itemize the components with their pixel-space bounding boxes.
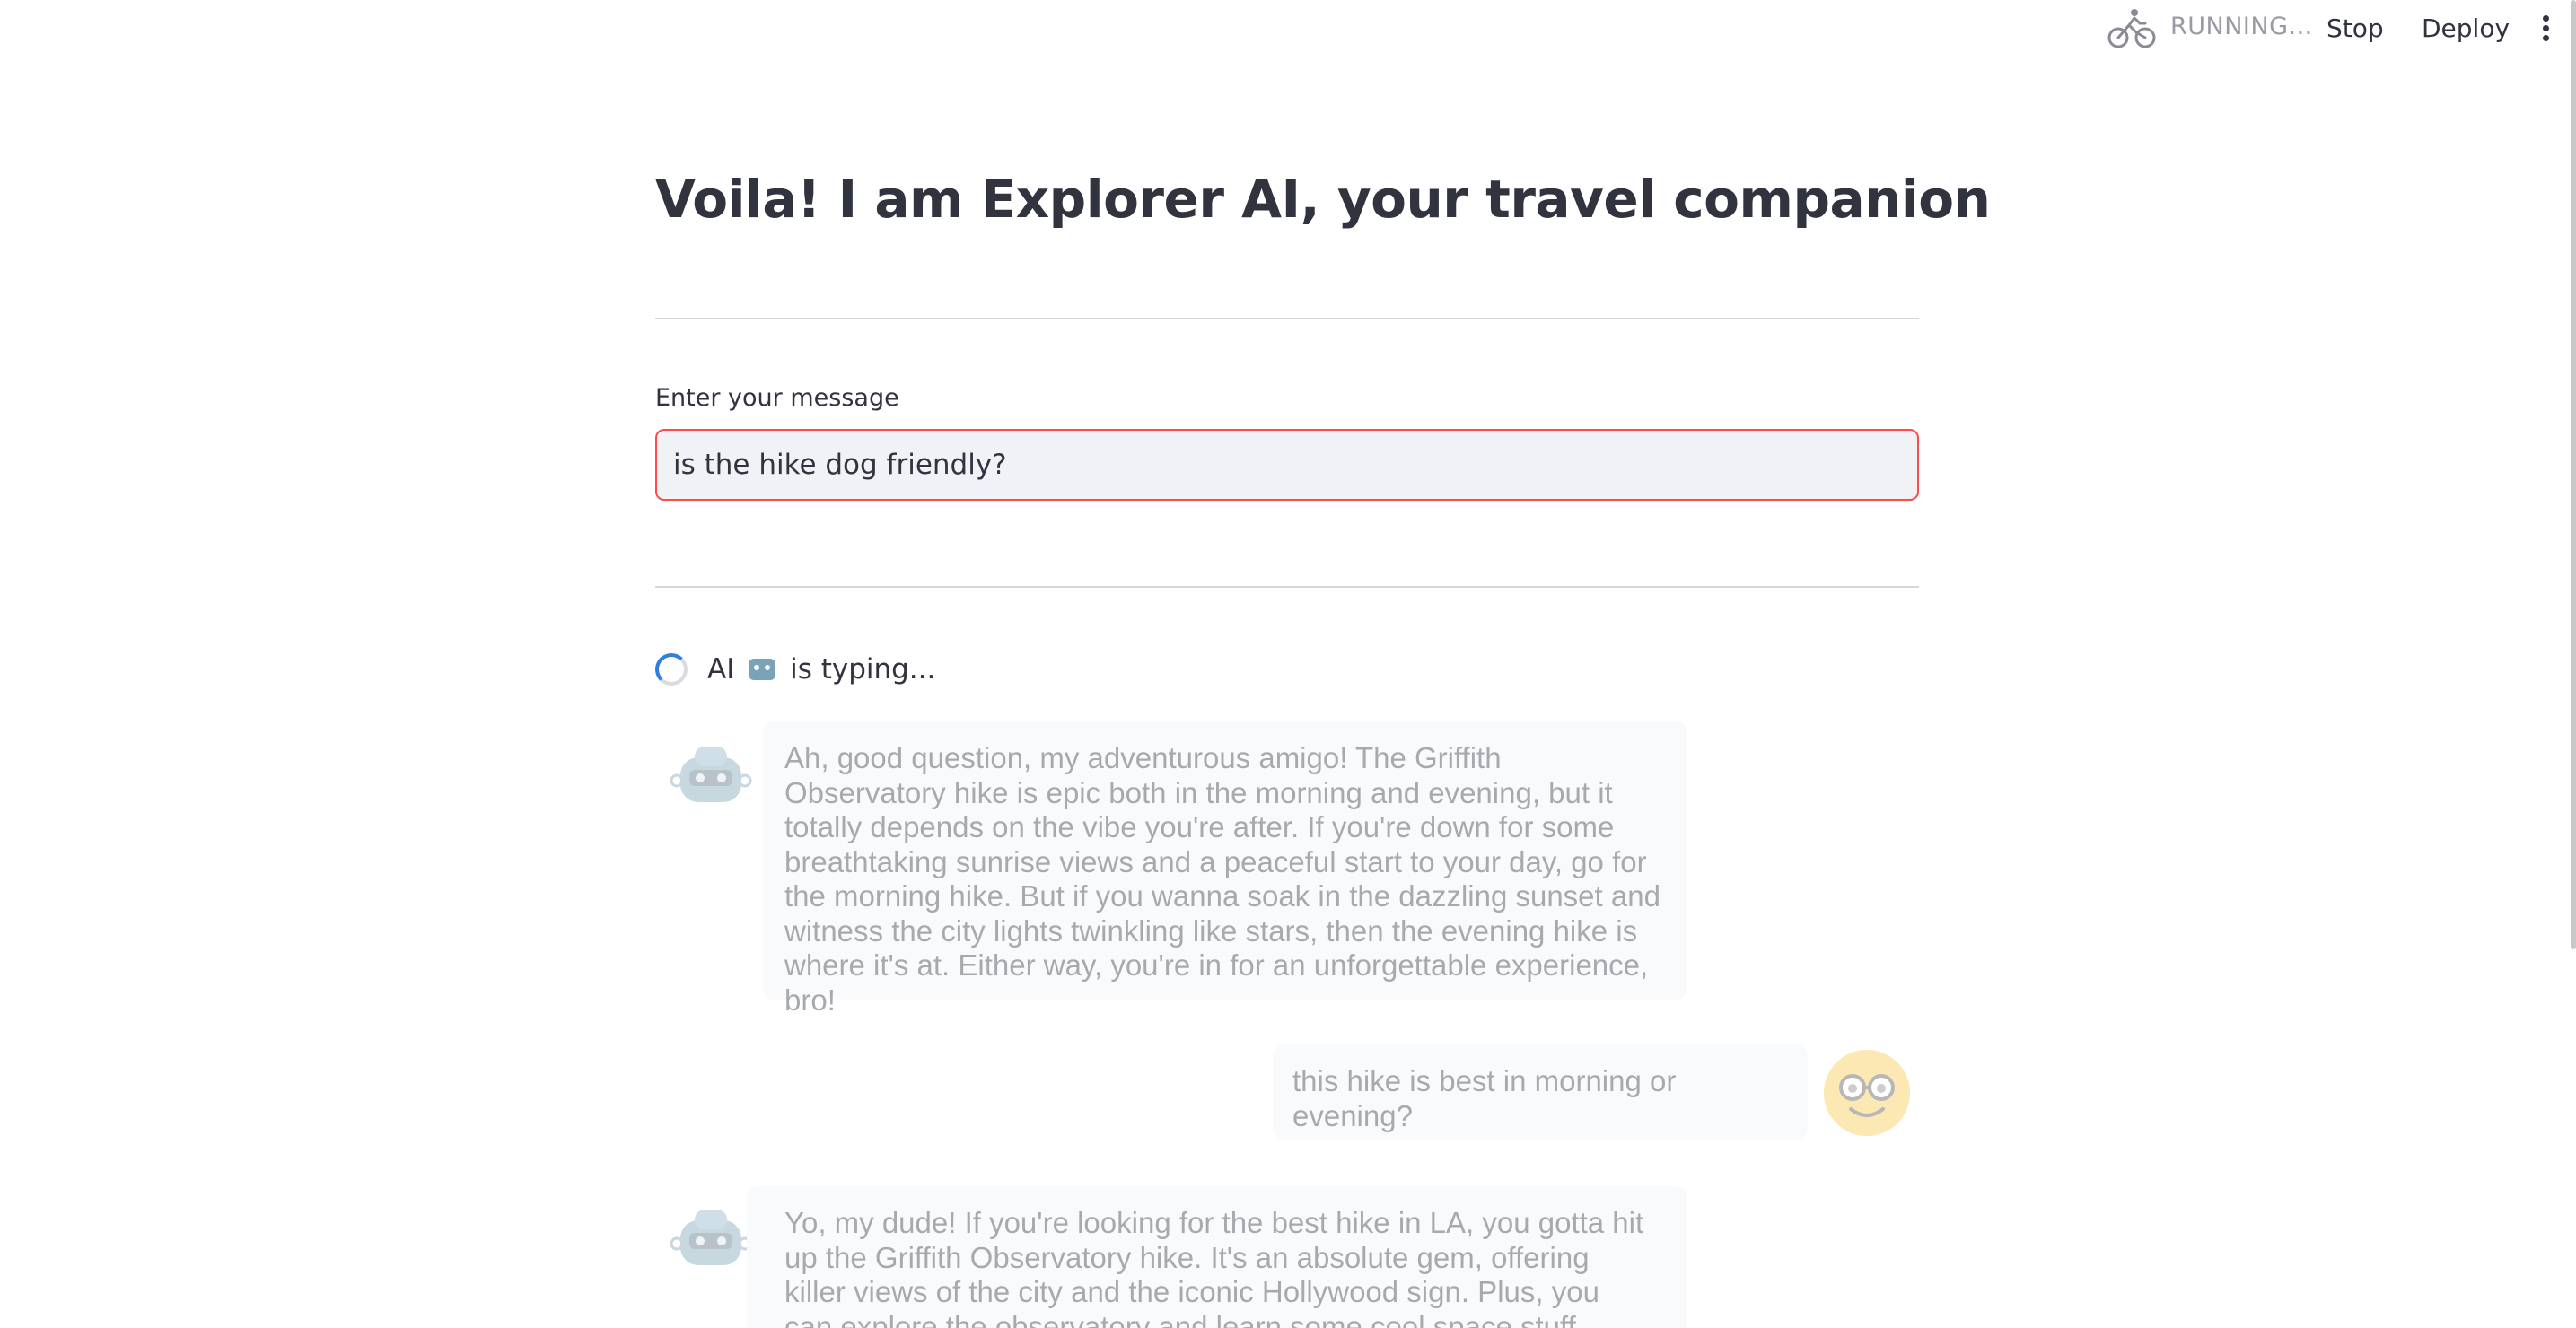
scrollbar-thumb[interactable] — [2571, 0, 2576, 949]
bicycle-running-icon — [2107, 9, 2156, 48]
user-message: this hike is best in morning or evening? — [1273, 1044, 1808, 1140]
divider — [655, 586, 1919, 588]
robot-avatar-icon — [668, 734, 754, 820]
typing-indicator: AI is typing... — [655, 648, 935, 691]
vertical-dots-icon[interactable] — [2537, 13, 2554, 45]
stop-button[interactable]: Stop — [2321, 9, 2389, 48]
robot-icon — [749, 659, 776, 680]
typing-suffix: is typing... — [790, 653, 936, 686]
deploy-button[interactable]: Deploy — [2416, 9, 2515, 48]
app-page: RUNNING... Stop Deploy Voila! I am Explo… — [0, 0, 2576, 1328]
assistant-message: Yo, my dude! If you're looking for the b… — [747, 1186, 1687, 1328]
message-input-label: Enter your message — [655, 384, 899, 412]
top-toolbar: RUNNING... Stop Deploy — [0, 0, 2576, 59]
assistant-message: Ah, good question, my adventurous amigo!… — [763, 721, 1687, 1017]
message-input[interactable] — [655, 429, 1919, 501]
user-avatar-glasses-icon — [1824, 1050, 1910, 1136]
running-status: RUNNING... — [2170, 13, 2313, 40]
typing-prefix: AI — [707, 653, 735, 686]
page-title: Voila! I am Explorer AI, your travel com… — [655, 169, 1991, 230]
scrollbar[interactable] — [2569, 0, 2576, 1328]
loading-spinner-icon — [655, 653, 688, 686]
robot-avatar-icon — [668, 1197, 754, 1283]
divider — [655, 318, 1919, 319]
